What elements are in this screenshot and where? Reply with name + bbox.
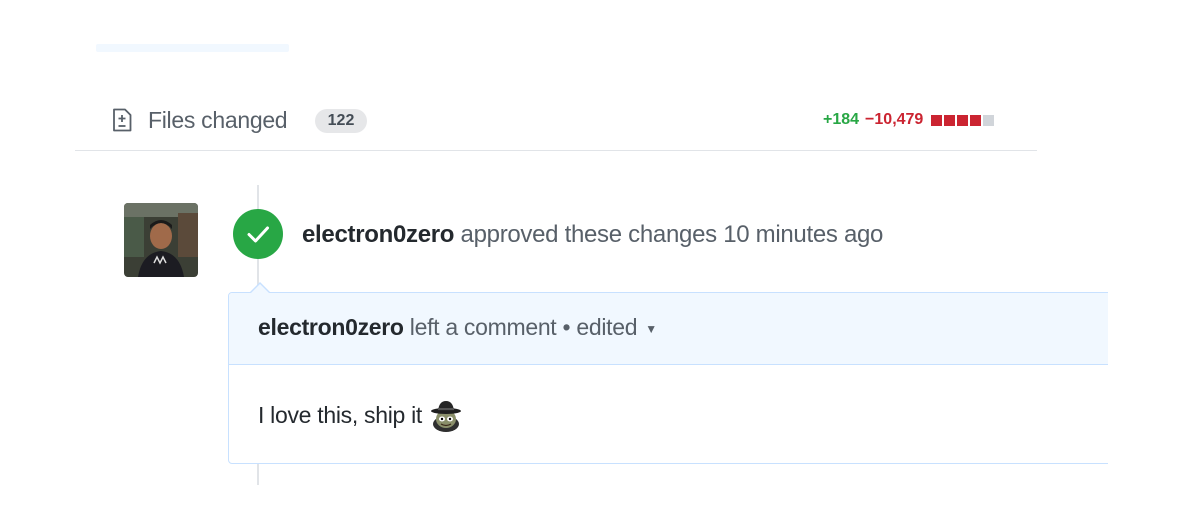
diffstat: +184 −10,479 — [823, 111, 996, 129]
comment-author-link[interactable]: electron0zero — [258, 314, 404, 340]
diffstat-block-deleted — [970, 114, 982, 126]
review-comment: electron0zero left a comment • edited ▼ I… — [228, 292, 1130, 464]
deletions-count: −10,479 — [865, 111, 924, 128]
diff-file-icon — [113, 108, 132, 132]
files-changed-tab[interactable]: Files changed 122 +184 −10,479 — [75, 100, 1037, 151]
comment-arrow-inner — [251, 284, 269, 293]
diffstat-block-deleted — [944, 114, 956, 126]
files-changed-label: Files changed — [148, 107, 288, 133]
diffstat-block-neutral — [983, 114, 995, 126]
caret-down-icon: ▼ — [645, 321, 657, 336]
review-summary: electron0zero approved these changes 10 … — [302, 221, 883, 249]
diffstat-blocks — [931, 114, 996, 126]
additions-count: +184 — [823, 111, 860, 128]
diffstat-block-deleted — [957, 114, 969, 126]
review-author-link[interactable]: electron0zero — [302, 221, 454, 248]
diffstat-block-deleted — [931, 114, 943, 126]
tab-underline — [96, 44, 289, 52]
comment-text: I love this, ship it — [258, 401, 423, 428]
comment-edited-label: edited — [576, 314, 638, 340]
review-timestamp[interactable]: 10 minutes ago — [723, 221, 883, 248]
comment-body: I love this, ship it — [258, 397, 464, 433]
comment-header: electron0zero left a comment • edited ▼ — [229, 293, 1129, 365]
comment-separator: • — [562, 314, 571, 340]
review-action: approved these changes — [460, 221, 718, 248]
comment-edited-dropdown[interactable]: edited ▼ — [576, 314, 657, 340]
check-icon — [247, 226, 269, 243]
crop-edge — [1108, 280, 1200, 480]
shipit-emoji — [431, 401, 462, 432]
comment-action: left a comment — [409, 314, 557, 340]
approved-badge — [233, 209, 283, 259]
avatar[interactable] — [124, 203, 198, 277]
files-changed-count: 122 — [315, 109, 367, 133]
